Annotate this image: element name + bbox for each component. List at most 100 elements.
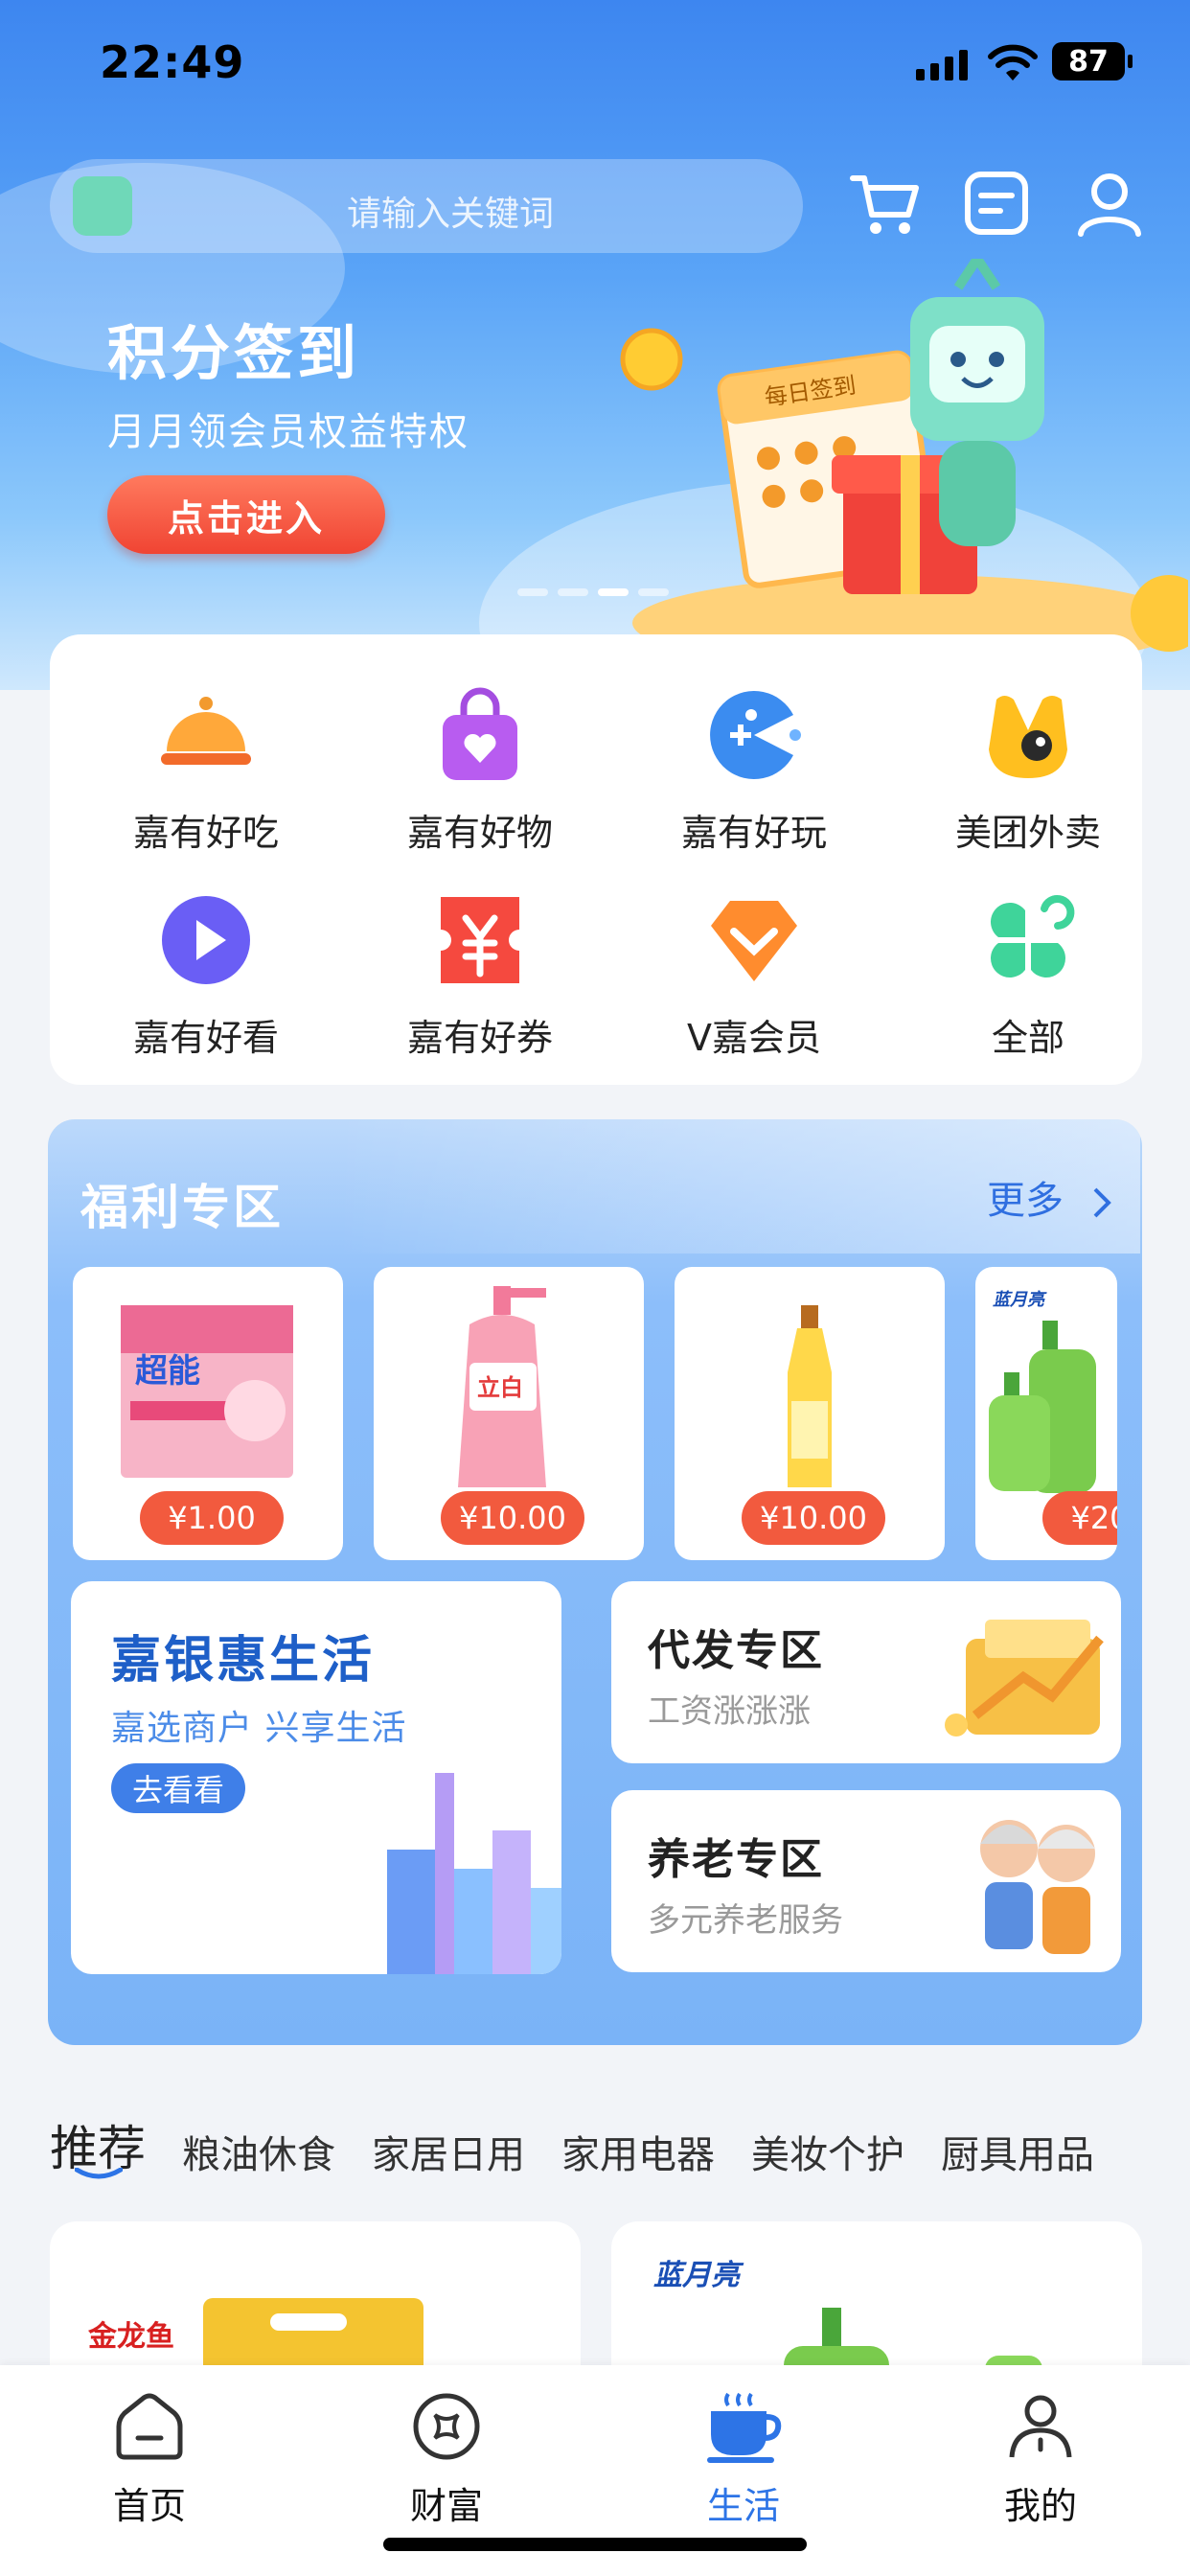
cellular-signal-icon [916, 50, 968, 80]
nav-label: 生活 [706, 2485, 780, 2527]
tab-grain-oil[interactable]: 粮油休食 [182, 2124, 335, 2179]
card-subtitle: 工资涨涨涨 [648, 1692, 811, 1731]
go-see-button[interactable]: 去看看 [111, 1763, 245, 1813]
search-bar[interactable]: 请输入关键词 [50, 159, 803, 253]
body-wash-bottle-image: 立白 [458, 1286, 546, 1487]
hand-wash-bottles-image: 蓝月亮 [989, 1290, 1096, 1493]
menu-item-meituan[interactable]: 美团外卖 [918, 682, 1138, 856]
menu-item-label: 嘉有好玩 [680, 812, 827, 854]
pagination-dot-active[interactable] [598, 588, 629, 596]
home-icon [116, 2393, 183, 2460]
soap-box-image: 超能 [121, 1305, 293, 1478]
card-title: 嘉银惠生活 [111, 1632, 376, 1690]
product-card[interactable]: 立白 ¥10.00 [374, 1267, 644, 1560]
game-pacman-icon [710, 691, 801, 779]
product-brand: 立白 [477, 1374, 523, 1401]
product-card[interactable]: 超能 ¥1.00 [73, 1267, 343, 1560]
status-bar: 22:49 87 [0, 0, 1190, 134]
service-menu-grid: 嘉有好吃 嘉有好物 嘉有好玩 美团外卖 嘉有好看 嘉有好券 V嘉会员 全部 [50, 634, 1142, 1085]
nav-item-wealth[interactable]: 财富 [351, 2388, 542, 2529]
status-time: 22:49 [100, 36, 245, 88]
wealth-icon [413, 2393, 480, 2460]
card-title: 代发专区 [648, 1626, 824, 1675]
product-brand: 超能 [135, 1352, 200, 1391]
tab-kitchen[interactable]: 厨具用品 [941, 2124, 1094, 2179]
menu-item-all[interactable]: 全部 [918, 887, 1138, 1061]
profile-icon [1009, 2395, 1072, 2458]
tab-home-daily[interactable]: 家居日用 [372, 2124, 525, 2179]
menu-item-label: V嘉会员 [687, 1017, 821, 1059]
menu-item-label: 嘉有好券 [406, 1017, 553, 1059]
banner-enter-button[interactable]: 点击进入 [107, 475, 385, 554]
menu-item-goods[interactable]: 嘉有好物 [370, 682, 590, 856]
search-placeholder: 请输入关键词 [347, 195, 555, 234]
jiayin-life-card[interactable]: 嘉银惠生活 嘉选商户 兴享生活 去看看 [71, 1581, 561, 1974]
menu-item-label: 美团外卖 [954, 812, 1101, 854]
card-subtitle: 多元养老服务 [648, 1901, 843, 1940]
banner-title: 积分签到 [107, 318, 361, 388]
elderly-couple-image [980, 1820, 1095, 1954]
product-brand: 蓝月亮 [993, 1290, 1047, 1310]
nav-item-home[interactable]: 首页 [54, 2388, 245, 2529]
welfare-section: 福利专区 更多 超能 ¥1.00 立白 ¥10.00 ¥10.00 蓝月亮 ¥2… [48, 1119, 1142, 2045]
shopping-bag-icon [443, 687, 517, 780]
all-clover-icon [991, 895, 1075, 978]
menu-item-vip[interactable]: V嘉会员 [644, 887, 864, 1061]
more-label: 更多 [987, 1179, 1064, 1223]
pension-zone-card[interactable]: 养老专区 多元养老服务 [611, 1790, 1121, 1972]
mascot-logo-icon [73, 176, 132, 236]
home-indicator[interactable] [383, 2538, 807, 2551]
wifi-icon [988, 44, 1038, 80]
product-card[interactable]: 蓝月亮 ¥20 [975, 1267, 1117, 1560]
payroll-zone-card[interactable]: 代发专区 工资涨涨涨 [611, 1581, 1121, 1763]
menu-item-label: 全部 [991, 1017, 1064, 1059]
menu-item-food[interactable]: 嘉有好吃 [96, 682, 316, 856]
battery-level: 87 [1068, 44, 1109, 79]
play-icon [162, 896, 250, 984]
user-icon[interactable] [1071, 165, 1148, 242]
pagination-dot[interactable] [638, 588, 669, 596]
banner-pagination [517, 588, 669, 596]
feed-brand: 蓝月亮 [653, 2259, 744, 2292]
nav-item-mine[interactable]: 我的 [945, 2388, 1136, 2529]
menu-item-fun[interactable]: 嘉有好玩 [644, 682, 864, 856]
nav-label: 财富 [409, 2485, 483, 2527]
coffee-cup-icon [707, 2392, 782, 2463]
menu-item-label: 嘉有好看 [132, 1017, 279, 1059]
nav-label: 我的 [1003, 2485, 1077, 2527]
price-tag: ¥10.00 [441, 1491, 584, 1545]
tab-appliances[interactable]: 家用电器 [561, 2124, 715, 2179]
list-icon[interactable] [958, 165, 1035, 242]
price-tag: ¥20 [1042, 1491, 1117, 1545]
cart-icon[interactable] [847, 165, 924, 242]
price-tag: ¥1.00 [140, 1491, 284, 1545]
tab-beauty[interactable]: 美妆个护 [751, 2124, 904, 2179]
sign-in-illustration[interactable]: 每日签到 [613, 259, 1188, 661]
pagination-dot[interactable] [558, 588, 588, 596]
wallet-growth-icon [945, 1620, 1104, 1736]
food-cloche-icon [161, 697, 251, 765]
card-title: 养老专区 [648, 1835, 824, 1884]
active-tab-indicator [75, 2168, 123, 2179]
diamond-icon [711, 901, 797, 981]
card-subtitle: 嘉选商户 兴享生活 [111, 1709, 407, 1748]
menu-item-coupon[interactable]: 嘉有好券 [370, 887, 590, 1061]
price-tag: ¥10.00 [742, 1491, 885, 1545]
category-tabs: 推荐 粮油休食 家居日用 家用电器 美妆个护 厨具用品 [50, 2103, 1131, 2179]
oil-bottle-image [788, 1305, 832, 1487]
battery-indicator: 87 [1052, 42, 1133, 80]
welfare-more-link[interactable]: 更多 [987, 1169, 1116, 1225]
nav-item-life[interactable]: 生活 [648, 2388, 839, 2529]
menu-item-watch[interactable]: 嘉有好看 [96, 887, 316, 1061]
pagination-dot[interactable] [517, 588, 548, 596]
welfare-title: 福利专区 [80, 1180, 284, 1235]
menu-item-label: 嘉有好物 [406, 812, 553, 854]
product-card[interactable]: ¥10.00 [675, 1267, 945, 1560]
menu-item-label: 嘉有好吃 [132, 812, 279, 854]
nav-label: 首页 [112, 2485, 186, 2527]
city-buildings-image [387, 1773, 561, 1974]
meituan-icon [989, 696, 1067, 778]
banner-subtitle: 月月领会员权益特权 [107, 410, 469, 454]
coupon-yen-icon [441, 897, 519, 983]
feed-brand: 金龙鱼 [87, 2320, 174, 2354]
